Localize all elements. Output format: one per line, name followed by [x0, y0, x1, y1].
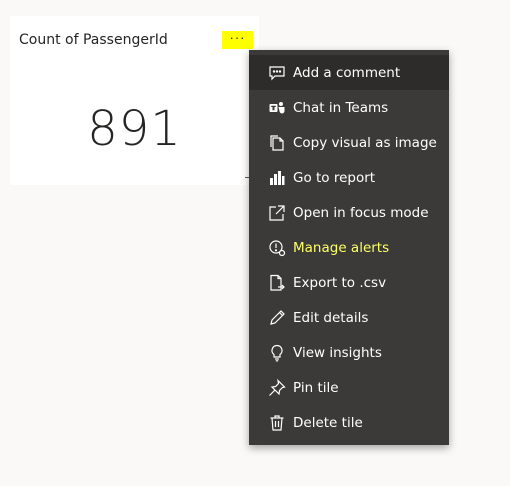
visual-tile[interactable]: Count of PassengerId ··· 891	[10, 16, 259, 185]
menu-item-label: Open in focus mode	[293, 204, 429, 221]
menu-item-export-csv[interactable]: Export to .csv	[249, 265, 449, 300]
tile-title: Count of PassengerId	[19, 32, 168, 48]
menu-item-pin-tile[interactable]: Pin tile	[249, 370, 449, 405]
menu-item-label: Add a comment	[293, 64, 401, 81]
menu-item-go-to-report[interactable]: Go to report	[249, 160, 449, 195]
menu-item-manage-alerts[interactable]: Manage alerts	[249, 230, 449, 265]
more-options-button[interactable]: ···	[222, 31, 253, 49]
menu-item-delete-tile[interactable]: Delete tile	[249, 405, 449, 440]
menu-item-label: Chat in Teams	[293, 99, 389, 116]
lightbulb-icon	[268, 344, 286, 362]
export-icon	[268, 274, 286, 292]
menu-item-label: Manage alerts	[293, 239, 390, 256]
focus-mode-icon	[268, 204, 286, 222]
bar-chart-icon	[268, 169, 286, 187]
menu-item-label: Pin tile	[293, 379, 339, 396]
menu-item-label: View insights	[293, 344, 382, 361]
menu-item-chat-in-teams[interactable]: Chat in Teams	[249, 90, 449, 125]
more-options-icon: ···	[229, 29, 246, 45]
menu-item-view-insights[interactable]: View insights	[249, 335, 449, 370]
menu-item-label: Export to .csv	[293, 274, 387, 291]
context-menu: Add a comment Chat in Teams Copy visual …	[249, 50, 449, 445]
menu-item-label: Delete tile	[293, 414, 363, 431]
card-value: 891	[87, 101, 182, 157]
trash-icon	[268, 414, 286, 432]
pencil-icon	[268, 309, 286, 327]
alert-icon	[268, 239, 286, 257]
comment-icon	[268, 64, 286, 82]
menu-item-focus-mode[interactable]: Open in focus mode	[249, 195, 449, 230]
menu-item-copy-visual[interactable]: Copy visual as image	[249, 125, 449, 160]
menu-item-label: Go to report	[293, 169, 376, 186]
menu-item-label: Copy visual as image	[293, 134, 437, 151]
menu-item-add-comment[interactable]: Add a comment	[249, 55, 449, 90]
pin-icon	[268, 378, 286, 397]
teams-icon	[268, 99, 286, 117]
menu-item-edit-details[interactable]: Edit details	[249, 300, 449, 335]
menu-item-label: Edit details	[293, 309, 369, 326]
copy-icon	[268, 134, 286, 152]
